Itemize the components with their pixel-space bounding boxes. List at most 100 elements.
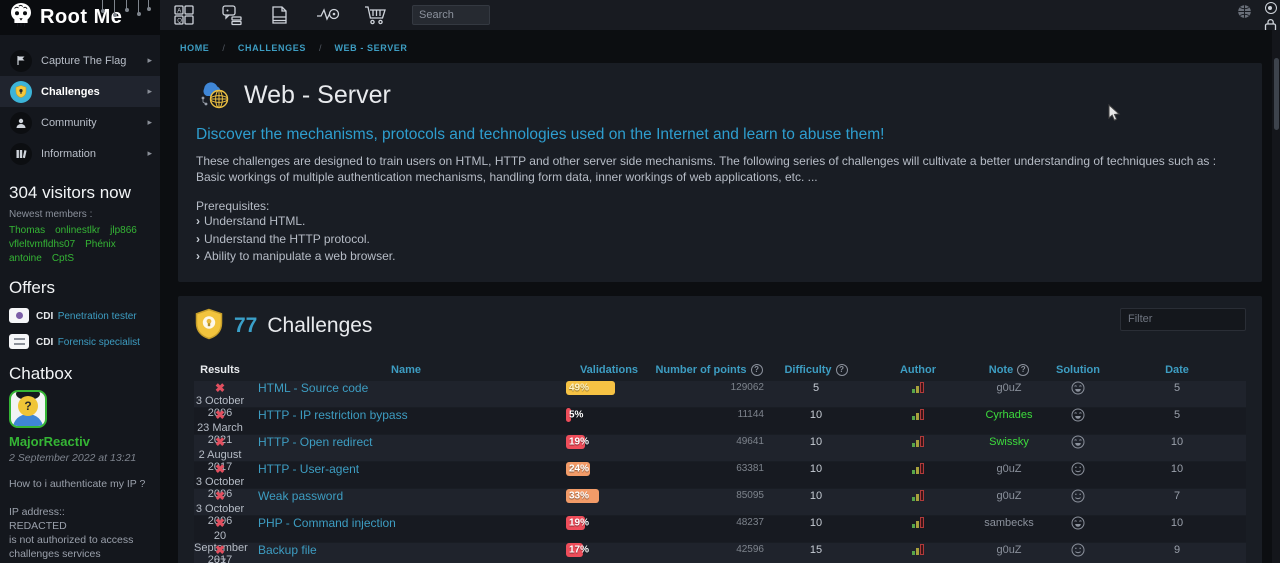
challenge-name-link[interactable]: HTTP - User-agent <box>258 462 359 476</box>
chevron-right-icon: ▸ <box>147 86 152 97</box>
members-list: Thomas onlinestlkr jlp866 vfleltvmfldhs07 Ph… <box>9 225 151 264</box>
visitors-heading: 304 visitors now <box>9 183 151 203</box>
ctf-target-icon[interactable] <box>316 3 340 27</box>
member-link[interactable]: vfleltvmfldhs07 <box>9 239 75 250</box>
not-solved-icon: ✖ <box>194 408 246 422</box>
validation-count: 63381 <box>652 463 766 474</box>
sidebar-item-capture-the-flag[interactable]: Capture The Flag ▸ <box>0 45 160 76</box>
member-link[interactable]: antoine <box>9 253 42 264</box>
table-header: ResultsNameValidationsNumber of points?D… <box>194 359 1246 381</box>
member-link[interactable]: jlp866 <box>110 225 137 236</box>
categories-icon[interactable]: A Q <box>172 3 196 27</box>
author-link[interactable]: g0uZ <box>970 463 1048 475</box>
validation-count: 42596 <box>652 544 766 555</box>
column-header-difficulty: Difficulty? <box>766 364 866 376</box>
challenge-name-link[interactable]: PHP - Command injection <box>258 516 396 530</box>
person-icon <box>10 112 32 134</box>
table-row[interactable]: ✖ PHP - Command injection 19% 48237 10 s… <box>194 516 1246 542</box>
breadcrumb-item[interactable]: WEB - SERVER <box>334 43 407 53</box>
challenge-name-link[interactable]: HTTP - IP restriction bypass <box>258 408 408 422</box>
author-link[interactable]: g0uZ <box>970 382 1048 394</box>
validation-percentage-badge: 19% <box>566 516 585 530</box>
menu-label: Information <box>41 148 138 160</box>
table-row[interactable]: ✖ HTTP - IP restriction bypass 5% 11144 … <box>194 408 1246 434</box>
help-icon[interactable]: ? <box>1017 364 1029 376</box>
help-icon[interactable]: ? <box>836 364 848 376</box>
member-link[interactable]: CptS <box>52 253 74 264</box>
category-description: These challenges are designed to train u… <box>196 153 1244 185</box>
solution-count[interactable]: 10 <box>1108 463 1246 475</box>
member-link[interactable]: Phénix <box>85 239 116 250</box>
docs-icon[interactable] <box>268 3 292 27</box>
offers-heading: Offers <box>9 278 151 298</box>
breadcrumb-item[interactable]: HOME <box>180 43 209 53</box>
sidebar-item-community[interactable]: Community ▸ <box>0 107 160 138</box>
table-row[interactable]: ✖ HTML - Source code 49% 129062 5 g0uZ <box>194 381 1246 407</box>
table-row[interactable]: ✖ Backup file 17% 42596 15 g0uZ 9 2 <box>194 543 1246 563</box>
chat-message-block: IP address::REDACTEDis not authorized to… <box>9 505 151 561</box>
offer-item[interactable]: CDI Penetration tester <box>9 306 151 324</box>
prerequisites-label: Prerequisites: <box>196 199 1244 213</box>
menu-label: Challenges <box>41 86 138 98</box>
breadcrumb-item[interactable]: CHALLENGES <box>238 43 306 53</box>
breadcrumb-separator: / <box>319 43 322 53</box>
author-link[interactable]: sambecks <box>970 517 1048 529</box>
filter-input[interactable] <box>1120 308 1246 331</box>
validation-percentage-badge: 19% <box>566 435 585 449</box>
skull-logo-icon <box>9 2 33 33</box>
help-icon[interactable]: ? <box>751 364 763 376</box>
flag-icon <box>10 50 32 72</box>
author-link[interactable]: Cyrhades <box>970 409 1048 421</box>
challenge-name-link[interactable]: HTML - Source code <box>258 381 368 395</box>
sidebar-item-challenges[interactable]: Challenges ▸ <box>0 76 160 107</box>
globe-icon[interactable] <box>1237 4 1252 24</box>
main-content: HOME/CHALLENGES/WEB - SERVER Web - Serve… <box>160 30 1280 563</box>
column-header-validations: Validations <box>566 364 652 376</box>
shop-cart-icon[interactable] <box>364 3 388 27</box>
author-link[interactable]: g0uZ <box>970 544 1048 556</box>
not-solved-icon: ✖ <box>194 489 246 503</box>
search-input[interactable] <box>412 5 490 25</box>
challenge-name-link[interactable]: Backup file <box>258 543 317 557</box>
validation-percentage-badge: 49% <box>566 381 615 395</box>
books-icon <box>10 143 32 165</box>
author-link[interactable]: Swissky <box>970 436 1048 448</box>
solution-count[interactable]: 10 <box>1108 436 1246 448</box>
chevron-right-icon: ▸ <box>147 55 152 66</box>
scrollbar-track[interactable] <box>1272 30 1280 563</box>
solution-count[interactable]: 9 <box>1108 544 1246 556</box>
challenge-name-link[interactable]: Weak password <box>258 489 343 503</box>
challenge-shield-icon <box>194 308 224 345</box>
validation-percentage-badge: 5% <box>566 408 571 422</box>
table-row[interactable]: ✖ HTTP - Open redirect 19% 49641 10 Swis… <box>194 435 1246 461</box>
solution-count[interactable]: 7 <box>1108 490 1246 502</box>
forum-icon[interactable] <box>220 3 244 27</box>
solution-count[interactable]: 10 <box>1108 517 1246 529</box>
table-row[interactable]: ✖ Weak password 33% 85095 10 g0uZ 7 <box>194 489 1246 515</box>
chat-username[interactable]: MajorReactiv <box>9 434 151 449</box>
offer-item[interactable]: CDI Forensic specialist <box>9 332 151 350</box>
member-link[interactable]: Thomas <box>9 225 45 236</box>
site-logo[interactable]: Root Me <box>0 0 160 35</box>
avatar[interactable]: ? <box>9 390 47 428</box>
chevron-right-icon: ▸ <box>147 117 152 128</box>
validation-count: 49641 <box>652 436 766 447</box>
prerequisite-item: ›Ability to manipulate a web browser. <box>196 248 1244 266</box>
validation-percentage-badge: 33% <box>566 489 599 503</box>
solution-count[interactable]: 5 <box>1108 409 1246 421</box>
scrollbar-thumb[interactable] <box>1274 58 1279 130</box>
table-row[interactable]: ✖ HTTP - User-agent 24% 63381 10 g0uZ 1 <box>194 462 1246 488</box>
chat-message-line: is not authorized to access <box>9 533 151 547</box>
author-link[interactable]: g0uZ <box>970 490 1048 502</box>
not-solved-icon: ✖ <box>194 381 246 395</box>
challenges-panel: 77 Challenges ResultsNameValidationsNumb… <box>178 296 1262 563</box>
solution-count[interactable]: 5 <box>1108 382 1246 394</box>
column-header-solution: Solution <box>1048 364 1108 376</box>
member-link[interactable]: onlinestlkr <box>55 225 100 236</box>
menu-label: Community <box>41 117 138 129</box>
sidebar-item-information[interactable]: Information ▸ <box>0 138 160 169</box>
record-icon[interactable] <box>1265 2 1277 14</box>
not-solved-icon: ✖ <box>194 516 246 530</box>
note-smiley-icon <box>1048 516 1108 530</box>
challenge-name-link[interactable]: HTTP - Open redirect <box>258 435 372 449</box>
